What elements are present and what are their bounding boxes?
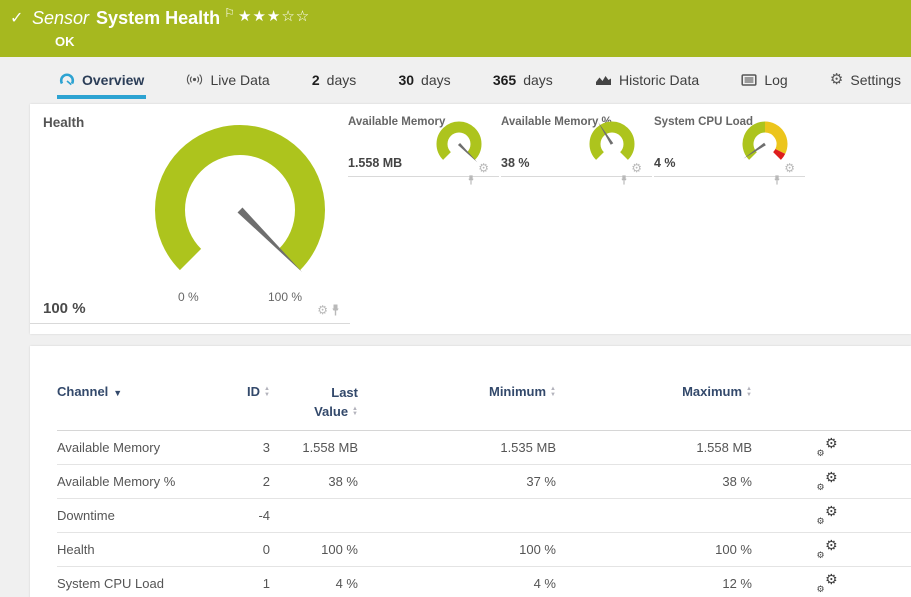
table-row: Available Memory % 2 38 % 37 % 38 % ⚙⚙: [57, 465, 911, 499]
available-memory-pct-tile: Available Memory % 38 % ⚙: [501, 104, 652, 177]
gauge-settings-gear-icon[interactable]: ⚙: [631, 162, 642, 174]
available-memory-tile: Available Memory 1.558 MB ⚙: [348, 104, 499, 177]
col-header-maximum[interactable]: Maximum: [682, 384, 742, 399]
channel-id: 2: [242, 474, 270, 489]
col-header-minimum[interactable]: Minimum: [489, 384, 546, 399]
tab-live-data[interactable]: Live Data: [184, 64, 271, 99]
channel-minimum: 100 %: [358, 542, 556, 557]
gauges-panel: Health 0 % 100 % 100 % ⚙ Available Memor…: [30, 104, 911, 334]
sort-icon[interactable]: ▲▼: [746, 387, 752, 398]
gauge-actions: ⚙: [478, 162, 489, 174]
tab-historic-data[interactable]: Historic Data: [593, 64, 701, 99]
channels-table: Channel▼ ID▲▼ Last Value▲▼ Minimum▲▼ Max…: [30, 346, 911, 597]
tab-log[interactable]: Log: [739, 64, 789, 99]
channel-last-value: 100 %: [270, 542, 358, 557]
channel-maximum: 12 %: [556, 576, 752, 591]
gauge-actions: ⚙: [317, 304, 340, 316]
pin-icon[interactable]: [331, 304, 340, 316]
gear-icon: ⚙: [830, 72, 843, 87]
channel-settings-gears-icon[interactable]: ⚙⚙: [817, 473, 838, 490]
table-row: Available Memory 3 1.558 MB 1.535 MB 1.5…: [57, 431, 911, 465]
live-signal-icon: [186, 72, 203, 87]
sort-icon[interactable]: ▲▼: [352, 407, 358, 418]
gauge-icon: [59, 72, 75, 88]
channels-table-panel: Channel▼ ID▲▼ Last Value▲▼ Minimum▲▼ Max…: [30, 346, 911, 597]
channel-id: 0: [242, 542, 270, 557]
table-header-row: Channel▼ ID▲▼ Last Value▲▼ Minimum▲▼ Max…: [57, 384, 911, 431]
col-header-channel[interactable]: Channel: [57, 384, 108, 399]
object-kind-label: Sensor: [32, 8, 89, 28]
pin-icon[interactable]: [620, 175, 628, 185]
table-row: Health 0 100 % 100 % 100 % ⚙⚙: [57, 533, 911, 567]
pin-icon[interactable]: [467, 175, 475, 185]
channel-minimum: 37 %: [358, 474, 556, 489]
health-gauge-title: Health: [43, 115, 84, 130]
tab-2-days[interactable]: 2days: [310, 64, 358, 99]
sensor-status-header: ✓ Sensor System Health ⚐ ★★★☆☆ OK: [0, 0, 911, 57]
priority-stars[interactable]: ★★★☆☆: [238, 7, 310, 25]
channel-name: Available Memory: [57, 440, 242, 455]
available-memory-gauge: [433, 117, 485, 167]
channel-name: Downtime: [57, 508, 242, 523]
ok-check-icon: ✓: [10, 8, 23, 28]
health-value: 100 %: [43, 300, 86, 317]
gauge-scale-max: 100 %: [268, 290, 302, 304]
channel-last-value: 1.558 MB: [270, 440, 358, 455]
gauge-actions: ⚙: [631, 162, 642, 174]
channel-maximum: 100 %: [556, 542, 752, 557]
available-memory-title: Available Memory: [348, 116, 445, 128]
channel-maximum: 1.558 MB: [556, 440, 752, 455]
system-cpu-load-tile: System CPU Load 4 % ⚙: [654, 104, 805, 177]
tab-overview[interactable]: Overview: [57, 64, 146, 99]
gauge-actions: ⚙: [784, 162, 795, 174]
tab-bar: Overview Live Data 2days 30days 365days …: [0, 64, 911, 99]
channel-settings-gears-icon[interactable]: ⚙⚙: [817, 439, 838, 456]
channel-last-value: 38 %: [270, 474, 358, 489]
status-badge: OK: [55, 34, 75, 49]
channel-minimum: 1.535 MB: [358, 440, 556, 455]
gauge-settings-gear-icon[interactable]: ⚙: [317, 304, 328, 316]
channel-id: 3: [242, 440, 270, 455]
page-title: System Health: [96, 8, 220, 28]
gauge-settings-gear-icon[interactable]: ⚙: [478, 162, 489, 174]
pin-icon[interactable]: [773, 175, 781, 185]
tab-365-days[interactable]: 365days: [491, 64, 555, 99]
col-header-id[interactable]: ID: [247, 384, 260, 399]
flag-icon[interactable]: ⚐: [224, 6, 235, 20]
system-cpu-load-value: 4 %: [654, 156, 676, 170]
channel-id: 1: [242, 576, 270, 591]
tab-settings[interactable]: ⚙ Settings: [828, 64, 903, 99]
channel-minimum: 4 %: [358, 576, 556, 591]
channel-id: -4: [242, 508, 270, 523]
historic-chart-icon: [595, 73, 612, 87]
log-icon: [741, 73, 757, 87]
channel-last-value: 4 %: [270, 576, 358, 591]
tab-30-days[interactable]: 30days: [396, 64, 452, 99]
chevron-down-icon[interactable]: ▼: [113, 388, 122, 398]
gauge-settings-gear-icon[interactable]: ⚙: [784, 162, 795, 174]
channel-settings-gears-icon[interactable]: ⚙⚙: [817, 541, 838, 558]
channel-name: Health: [57, 542, 242, 557]
channel-maximum: 38 %: [556, 474, 752, 489]
table-row: Downtime -4 ⚙⚙: [57, 499, 911, 533]
system-cpu-load-gauge: [739, 117, 791, 167]
available-memory-pct-gauge: [586, 117, 638, 167]
health-gauge-tile: Health 0 % 100 % 100 % ⚙: [30, 104, 350, 324]
table-row: System CPU Load 1 4 % 4 % 12 % ⚙⚙: [57, 567, 911, 597]
channel-settings-gears-icon[interactable]: ⚙⚙: [817, 507, 838, 524]
channel-name: System CPU Load: [57, 576, 242, 591]
health-gauge: [150, 118, 330, 283]
gauge-scale-min: 0 %: [178, 290, 199, 304]
channel-name: Available Memory %: [57, 474, 242, 489]
available-memory-pct-value: 38 %: [501, 156, 530, 170]
available-memory-value: 1.558 MB: [348, 156, 402, 170]
channel-settings-gears-icon[interactable]: ⚙⚙: [817, 575, 838, 592]
